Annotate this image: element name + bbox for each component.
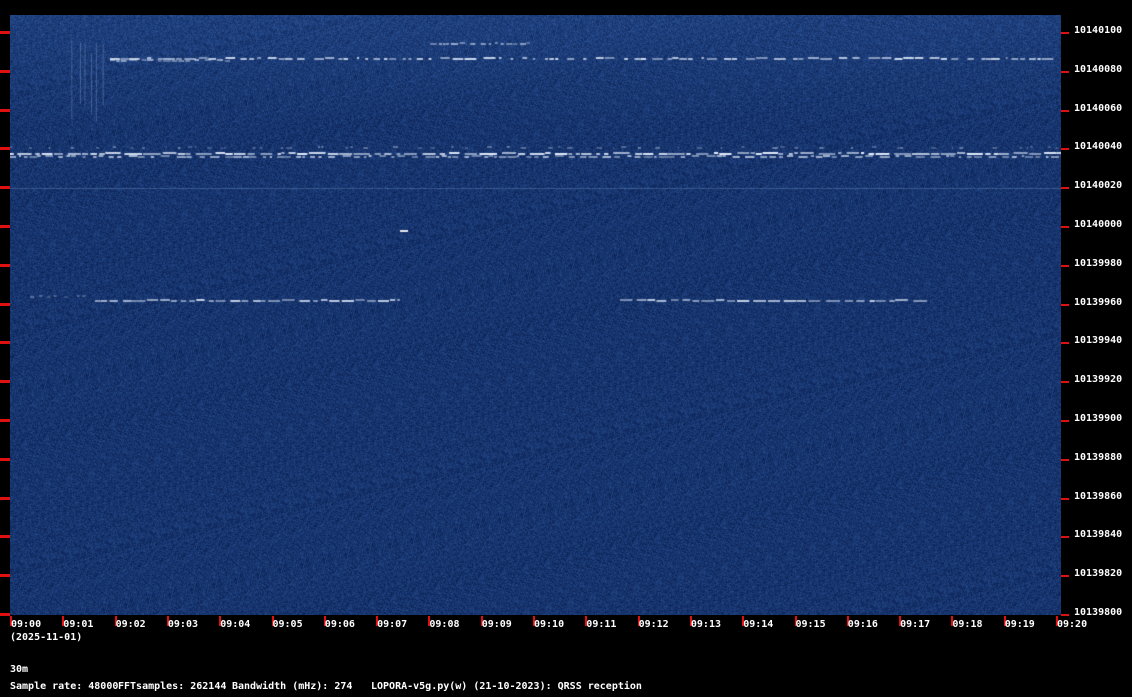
fft-samples-label: FFTsamples: 262144 <box>118 681 227 692</box>
x-tick-label: 09:13 <box>690 619 721 630</box>
y-tick-mark-right <box>1061 536 1069 539</box>
x-tick-label: 09:00 <box>11 619 42 630</box>
y-tick-label: 10139800 <box>1074 607 1123 618</box>
x-tick-label: 09:14 <box>743 619 774 630</box>
y-tick-label: 10139960 <box>1074 296 1123 308</box>
y-tick-mark <box>0 147 10 151</box>
y-tick-label: 10139920 <box>1074 374 1123 386</box>
y-tick-mark <box>0 613 10 616</box>
y-tick-mark <box>0 302 10 306</box>
band-label: 30m <box>10 664 29 675</box>
y-tick-label: 10140020 <box>1074 180 1123 192</box>
y-tick-mark <box>0 186 10 190</box>
y-tick-label: 10139840 <box>1074 529 1123 541</box>
y-tick-mark-right <box>1061 381 1069 384</box>
y-tick-label: 10139860 <box>1074 490 1123 502</box>
y-tick-mark-right <box>1061 226 1069 228</box>
x-tick-label: 09:17 <box>900 619 931 630</box>
x-tick-label: 09:02 <box>115 619 146 630</box>
y-tick-label: 10139940 <box>1074 335 1123 347</box>
x-tick-label: 09:08 <box>429 619 460 630</box>
y-tick-mark <box>0 419 10 422</box>
x-tick-label: 09:12 <box>638 619 669 630</box>
y-tick-label: 10139980 <box>1074 257 1123 269</box>
y-tick-mark <box>0 108 10 112</box>
y-tick-label: 10140060 <box>1074 102 1123 114</box>
y-tick-mark <box>0 263 10 267</box>
sample-rate-label: Sample rate: 48000 <box>10 681 119 692</box>
y-tick-mark <box>0 69 10 73</box>
y-tick-mark-right <box>1061 70 1069 73</box>
y-tick-label: 10139820 <box>1074 568 1123 580</box>
y-tick-mark-right <box>1061 109 1069 112</box>
y-tick-mark <box>0 535 10 539</box>
y-tick-mark-right <box>1061 264 1069 267</box>
y-tick-mark <box>0 341 10 345</box>
x-tick-label: 09:18 <box>952 619 983 630</box>
waterfall-canvas <box>10 15 1061 615</box>
y-tick-label: 10140080 <box>1074 63 1123 75</box>
x-tick-label: 09:16 <box>847 619 878 630</box>
y-tick-mark <box>0 457 10 461</box>
y-tick-mark-right <box>1061 575 1069 578</box>
y-tick-mark-right <box>1061 32 1069 34</box>
x-tick-label: 09:01 <box>63 619 94 630</box>
software-label: LOPORA-v5g.py(w) (21-10-2023): QRSS rece… <box>371 681 642 692</box>
y-tick-mark <box>0 380 10 384</box>
y-tick-mark <box>0 31 10 34</box>
bandwidth-label: Bandwidth (mHz): 274 <box>232 681 353 692</box>
x-tick-label: 09:04 <box>220 619 251 630</box>
x-tick-label: 09:03 <box>167 619 198 630</box>
date-label: (2025-11-01) <box>10 632 83 643</box>
y-tick-label: 10139900 <box>1074 413 1123 424</box>
x-tick-label: 09:10 <box>534 619 565 630</box>
x-tick-label: 09:07 <box>377 619 408 630</box>
y-tick-label: 10140000 <box>1074 219 1123 230</box>
y-tick-mark-right <box>1061 458 1069 461</box>
y-tick-mark-right <box>1061 303 1069 306</box>
y-tick-mark <box>0 496 10 500</box>
y-tick-mark-right <box>1061 420 1069 422</box>
y-tick-mark-right <box>1061 148 1069 151</box>
y-tick-mark-right <box>1061 497 1069 500</box>
spectrogram-waterfall <box>10 15 1061 615</box>
y-tick-label: 10139880 <box>1074 451 1123 463</box>
x-tick-label: 09:19 <box>1004 619 1035 630</box>
x-tick-label: 09:20 <box>1057 619 1088 630</box>
x-tick-label: 09:05 <box>272 619 303 630</box>
y-tick-mark-right <box>1061 342 1069 345</box>
y-tick-mark <box>0 225 10 228</box>
x-tick-label: 09:15 <box>795 619 826 630</box>
y-tick-mark-right <box>1061 614 1069 616</box>
y-tick-label: 10140040 <box>1074 141 1123 153</box>
y-tick-label: 10140100 <box>1074 25 1123 36</box>
x-tick-label: 09:06 <box>324 619 355 630</box>
y-tick-mark <box>0 574 10 578</box>
x-tick-label: 09:09 <box>481 619 512 630</box>
x-tick-label: 09:11 <box>586 619 617 630</box>
y-tick-mark-right <box>1061 187 1069 190</box>
